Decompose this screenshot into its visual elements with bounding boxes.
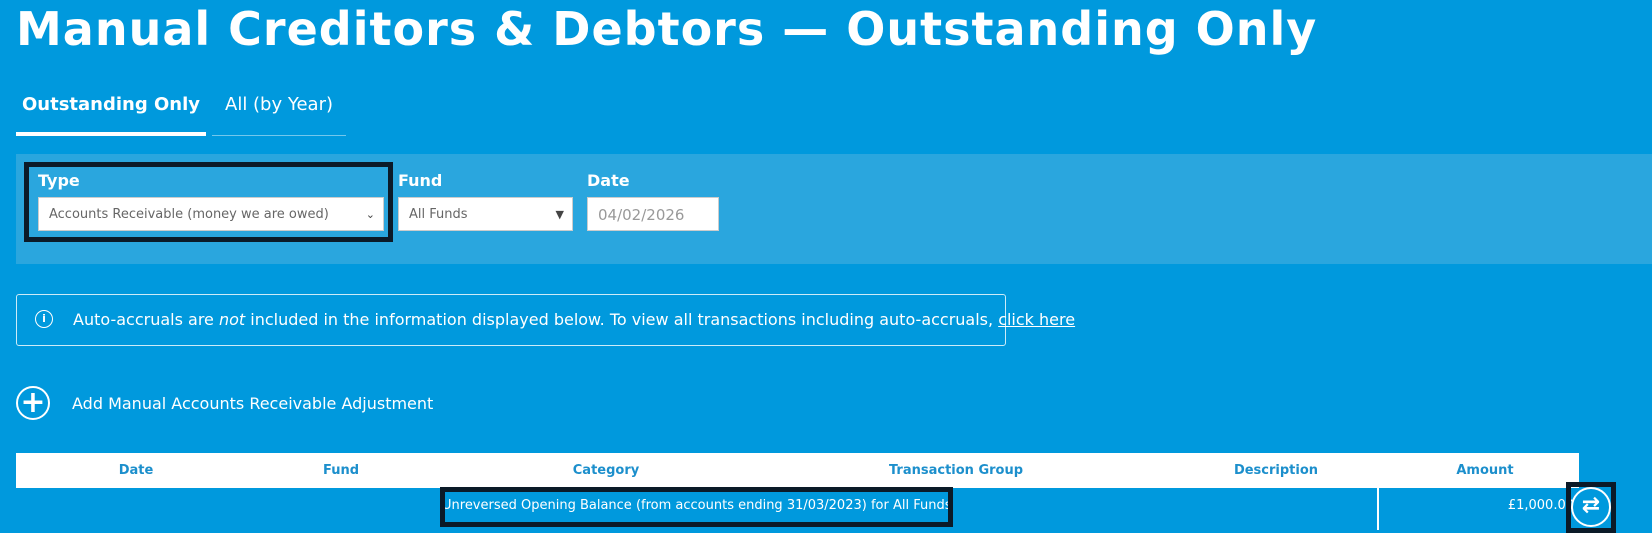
table-row[interactable]: Unreversed Opening Balance (from account… — [16, 488, 1579, 530]
cell-amount: £1,000.00 — [1507, 498, 1574, 513]
transactions-table: Date Fund Category Transaction Group Des… — [16, 453, 1579, 530]
add-adjustment-label[interactable]: Add Manual Accounts Receivable Adjustmen… — [72, 394, 433, 413]
cell-date — [16, 488, 256, 530]
tab-outstanding-only[interactable]: Outstanding Only — [16, 88, 206, 136]
swap-arrows-icon[interactable]: ⇄ — [1571, 487, 1611, 527]
type-label: Type — [38, 171, 80, 190]
date-input[interactable]: 04/02/2026 — [587, 197, 719, 231]
plus-circle-icon[interactable]: + — [16, 386, 50, 420]
cell-category: Unreversed Opening Balance (from account… — [442, 498, 952, 513]
table-header: Date Fund Category Transaction Group Des… — [16, 453, 1579, 488]
info-text-before: Auto-accruals are — [73, 310, 219, 329]
cell-fund — [256, 488, 426, 530]
info-text-emphasis: not — [218, 310, 246, 329]
chevron-down-icon: ⌄ — [365, 208, 375, 221]
column-header-transaction-group[interactable]: Transaction Group — [786, 453, 1126, 488]
info-banner: i Auto-accruals are not included in the … — [16, 294, 1075, 346]
column-header-fund[interactable]: Fund — [256, 453, 426, 488]
cell-divider — [1377, 488, 1379, 530]
filter-panel: Type Accounts Receivable (money we are o… — [16, 154, 1652, 264]
type-select[interactable]: Accounts Receivable (money we are owed) … — [38, 197, 384, 231]
date-filter-group: Date — [587, 170, 630, 192]
column-header-category[interactable]: Category — [426, 453, 786, 488]
click-here-link[interactable]: click here — [998, 310, 1075, 329]
fund-label: Fund — [398, 171, 443, 190]
cell-description — [1126, 488, 1326, 530]
date-label: Date — [587, 171, 630, 190]
caret-down-icon: ▼ — [555, 208, 564, 221]
column-header-date[interactable]: Date — [16, 453, 256, 488]
info-text-after: included in the information displayed be… — [245, 310, 999, 329]
date-input-value: 04/02/2026 — [598, 206, 685, 224]
type-select-value: Accounts Receivable (money we are owed) — [49, 207, 329, 222]
fund-select[interactable]: All Funds ▼ — [398, 197, 573, 231]
column-header-amount[interactable]: Amount — [1391, 453, 1579, 488]
info-icon: i — [35, 310, 53, 328]
tab-all-by-year[interactable]: All (by Year) — [212, 88, 346, 136]
info-text: Auto-accruals are not included in the in… — [73, 295, 1075, 345]
type-filter-group: Type — [38, 170, 80, 192]
page-title: Manual Creditors & Debtors — Outstanding… — [16, 2, 1318, 56]
fund-select-value: All Funds — [409, 207, 468, 222]
column-header-description[interactable]: Description — [1126, 453, 1426, 488]
fund-filter-group: Fund — [398, 170, 442, 192]
